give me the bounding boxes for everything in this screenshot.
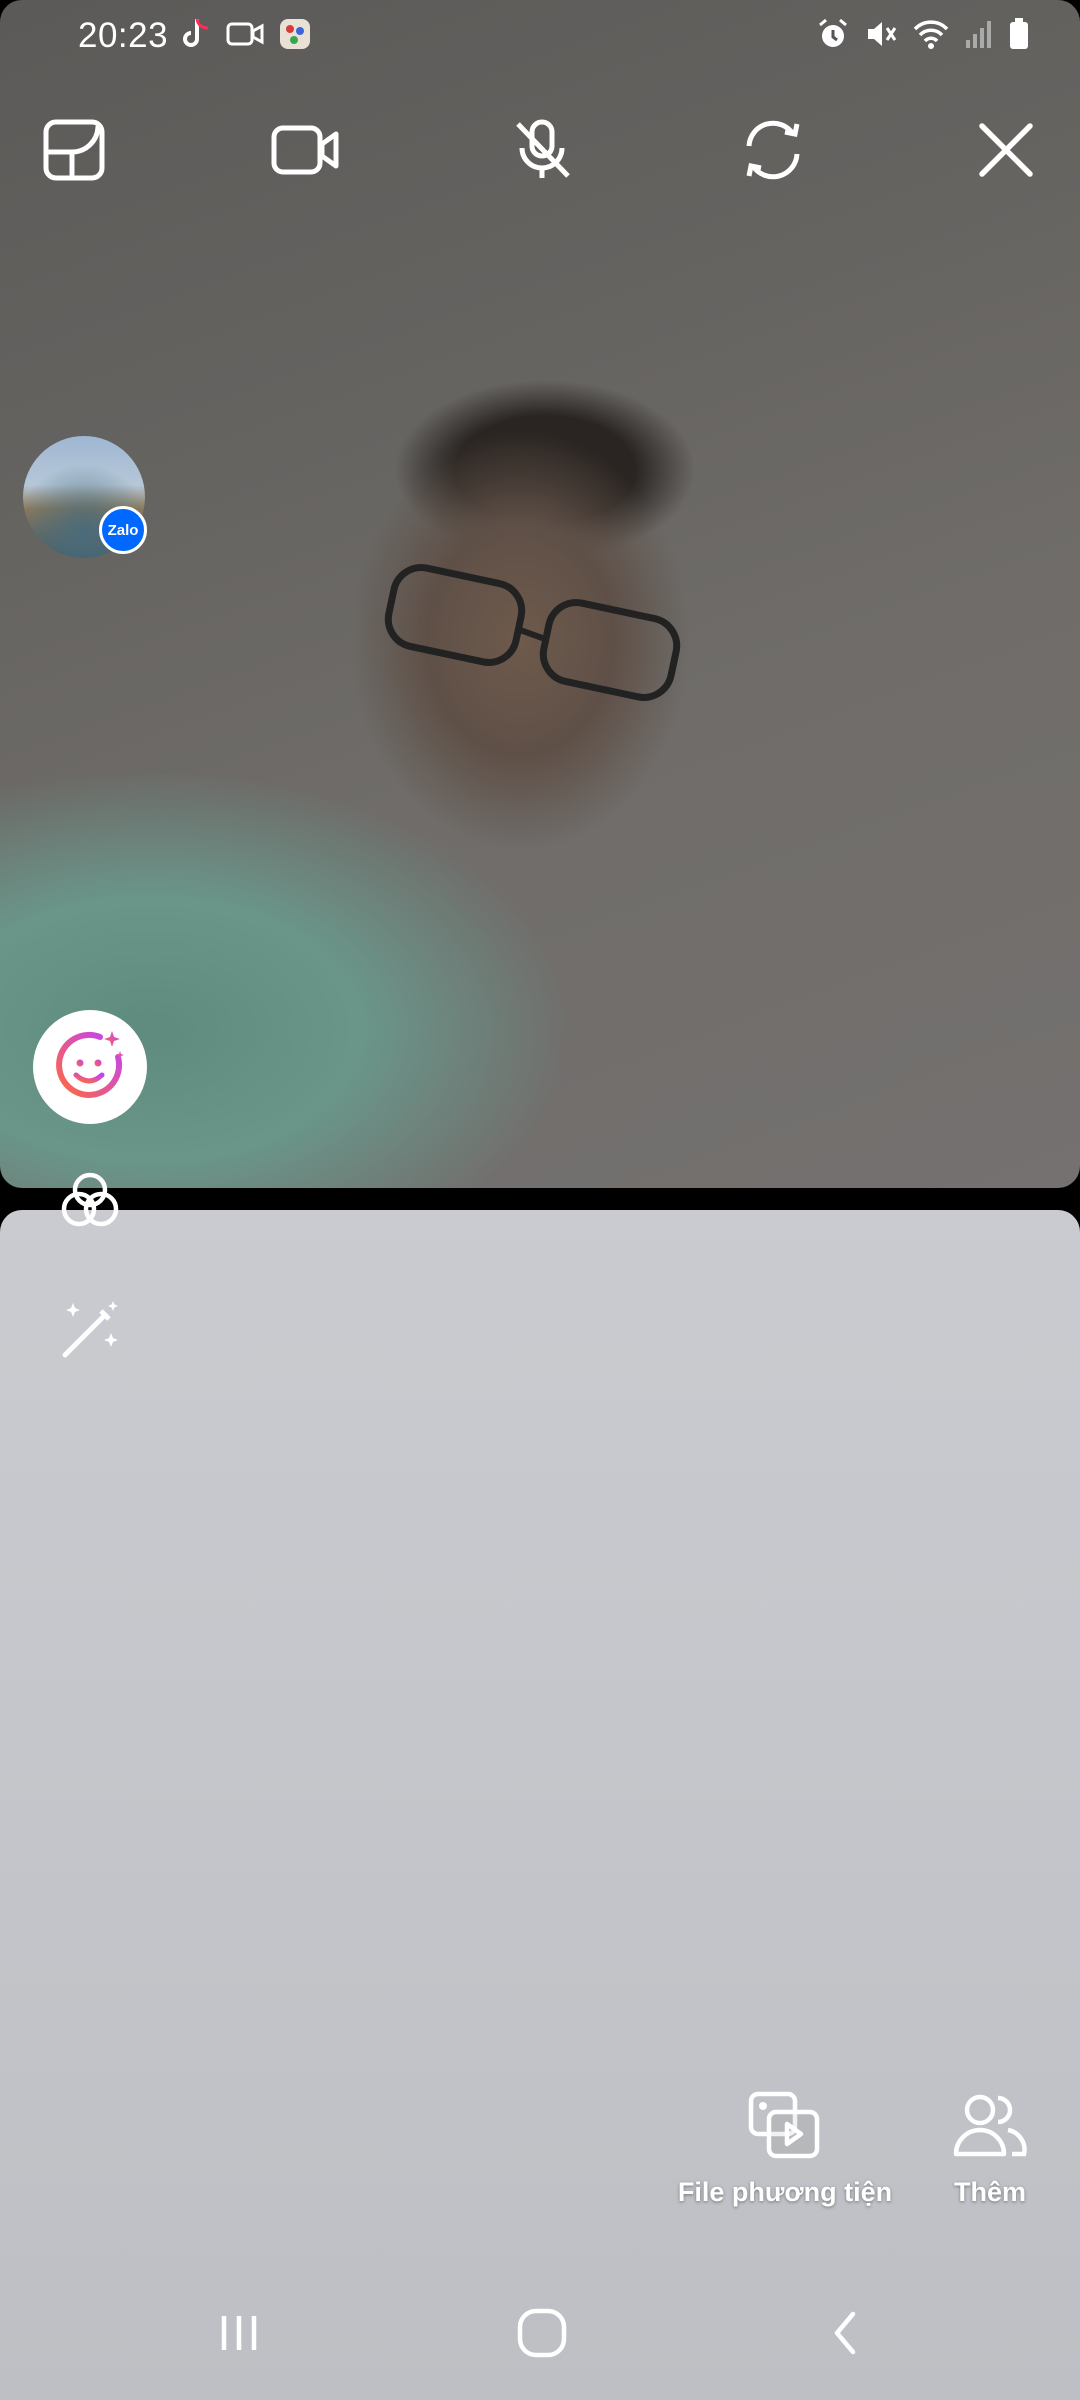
alarm-icon [816,17,850,56]
magic-wand-button[interactable] [50,1292,130,1372]
status-bar: 20:23 [0,0,1080,72]
add-more-button[interactable]: Thêm [930,2090,1050,2208]
wifi-icon [912,18,950,55]
layout-toggle-icon [42,118,106,187]
tiktok-icon [182,17,212,56]
call-toolbar [0,112,1080,192]
app-notification-icon [278,17,312,56]
face-effects-button[interactable] [33,1010,147,1124]
home-button[interactable] [497,2300,587,2370]
recent-apps-icon [214,2308,264,2363]
zalo-badge-label: Zalo [107,521,139,539]
glasses-detail [384,564,681,701]
recent-apps-button[interactable] [194,2300,284,2370]
end-call-button[interactable] [966,112,1046,192]
caller-avatar[interactable]: Zalo [23,436,147,558]
media-file-button[interactable]: File phương tiện [675,2090,895,2208]
signal-icon [964,18,994,55]
layout-toggle-button[interactable] [34,112,114,192]
filter-icon [57,1168,123,1239]
add-more-label: Thêm [953,2177,1026,2207]
mic-toggle-button[interactable] [502,112,582,192]
zalo-badge: Zalo [99,506,147,554]
microphone-muted-icon [510,118,574,187]
video-camera-icon [270,122,342,183]
add-people-icon [952,2090,1028,2167]
magic-wand-icon [57,1297,123,1368]
close-icon [976,120,1036,185]
camera-toggle-button[interactable] [266,112,346,192]
switch-camera-button[interactable] [733,112,813,192]
video-recording-icon [226,19,264,54]
self-video-feed[interactable] [0,1210,1080,2400]
system-nav-bar [0,2280,1080,2390]
switch-camera-icon [739,118,807,187]
status-time: 20:23 [78,16,169,55]
face-effects-icon [52,1027,128,1108]
back-button[interactable] [800,2300,890,2370]
back-icon [825,2308,865,2363]
battery-icon [1008,17,1030,56]
media-file-icon [747,2090,823,2167]
mute-icon [864,17,898,56]
home-icon [515,2306,569,2365]
filter-button[interactable] [50,1163,130,1243]
media-file-label: File phương tiện [677,2177,893,2207]
